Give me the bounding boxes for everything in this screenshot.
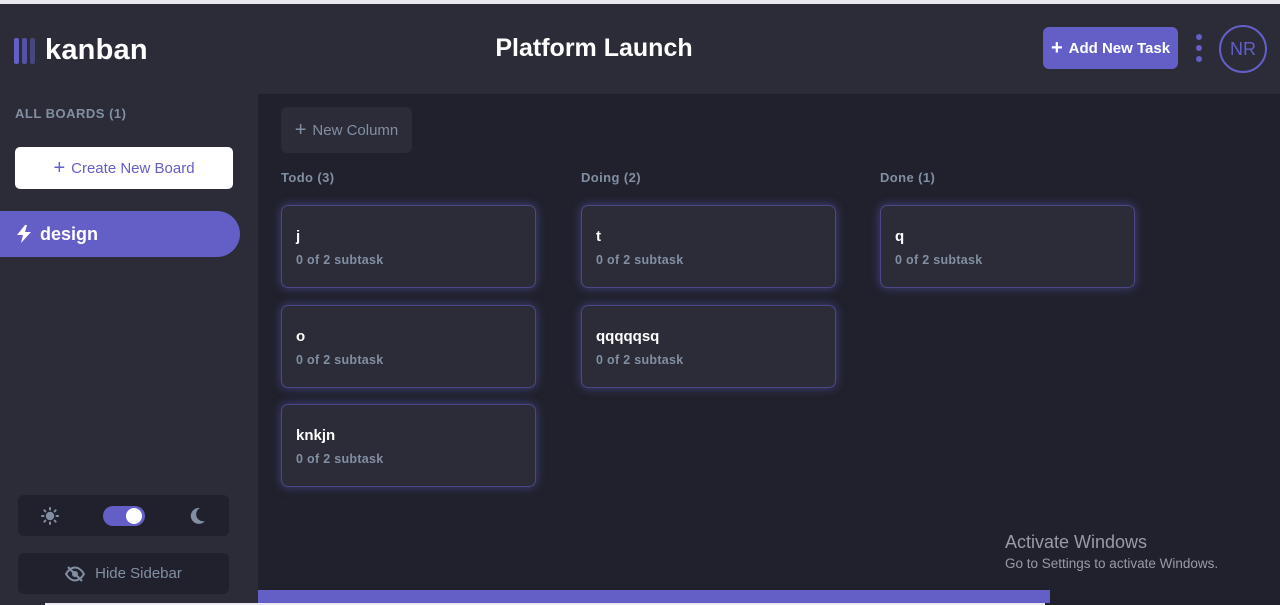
hide-sidebar-button[interactable]: Hide Sidebar [18,553,229,594]
eye-slash-icon [65,565,86,582]
new-column-label: New Column [312,121,399,139]
task-title: j [296,228,301,245]
task-subtask-count: 0 of 2 subtask [596,253,684,267]
add-new-task-label: Add New Task [1068,39,1171,57]
task-card[interactable]: q 0 of 2 subtask [880,205,1135,288]
new-column-button[interactable]: + New Column [281,107,412,153]
plus-icon: + [53,157,66,179]
task-card[interactable]: knkjn 0 of 2 subtask [281,404,536,487]
column-title-todo: Todo (3) [281,170,335,185]
task-title: q [895,228,905,245]
sidebar-item-design[interactable]: design [0,211,240,257]
task-card[interactable]: t 0 of 2 subtask [581,205,836,288]
create-new-board-label: Create New Board [71,159,195,177]
task-subtask-count: 0 of 2 subtask [296,452,384,466]
avatar[interactable]: NR [1219,25,1267,73]
plus-icon: + [1050,37,1063,59]
task-title: o [296,328,306,345]
task-subtask-count: 0 of 2 subtask [596,353,684,367]
activate-windows-watermark: Activate Windows Go to Settings to activ… [1005,532,1218,571]
all-boards-heading: ALL BOARDS (1) [15,106,127,121]
task-card[interactable]: qqqqqsq 0 of 2 subtask [581,305,836,388]
app-header: kanban Platform Launch + Add New Task NR [0,4,1280,94]
column-title-doing: Doing (2) [581,170,641,185]
horizontal-scrollbar[interactable] [258,590,1050,603]
dark-mode-toggle[interactable] [103,505,146,526]
task-title: t [596,228,601,245]
watermark-subtitle: Go to Settings to activate Windows. [1005,556,1219,571]
task-card[interactable]: o 0 of 2 subtask [281,305,536,388]
task-title: knkjn [296,427,336,444]
task-subtask-count: 0 of 2 subtask [895,253,983,267]
create-new-board-button[interactable]: + Create New Board [15,147,233,189]
task-card[interactable]: j 0 of 2 subtask [281,205,536,288]
theme-toggle-panel [18,495,229,536]
sidebar-item-label: design [40,223,99,244]
add-new-task-button[interactable]: + Add New Task [1043,27,1178,69]
hide-sidebar-label: Hide Sidebar [95,565,182,582]
sun-icon [40,506,59,525]
task-title: qqqqqsq [596,328,660,345]
board-title: Platform Launch [495,34,693,62]
column-title-done: Done (1) [880,170,936,185]
plus-icon: + [294,119,307,141]
lightning-icon [17,225,31,243]
task-subtask-count: 0 of 2 subtask [296,353,384,367]
sidebar: ALL BOARDS (1) + Create New Board design [0,94,258,605]
watermark-title: Activate Windows [1005,532,1148,552]
task-subtask-count: 0 of 2 subtask [296,253,384,267]
moon-icon [190,507,206,524]
more-options-icon[interactable] [1195,34,1203,62]
